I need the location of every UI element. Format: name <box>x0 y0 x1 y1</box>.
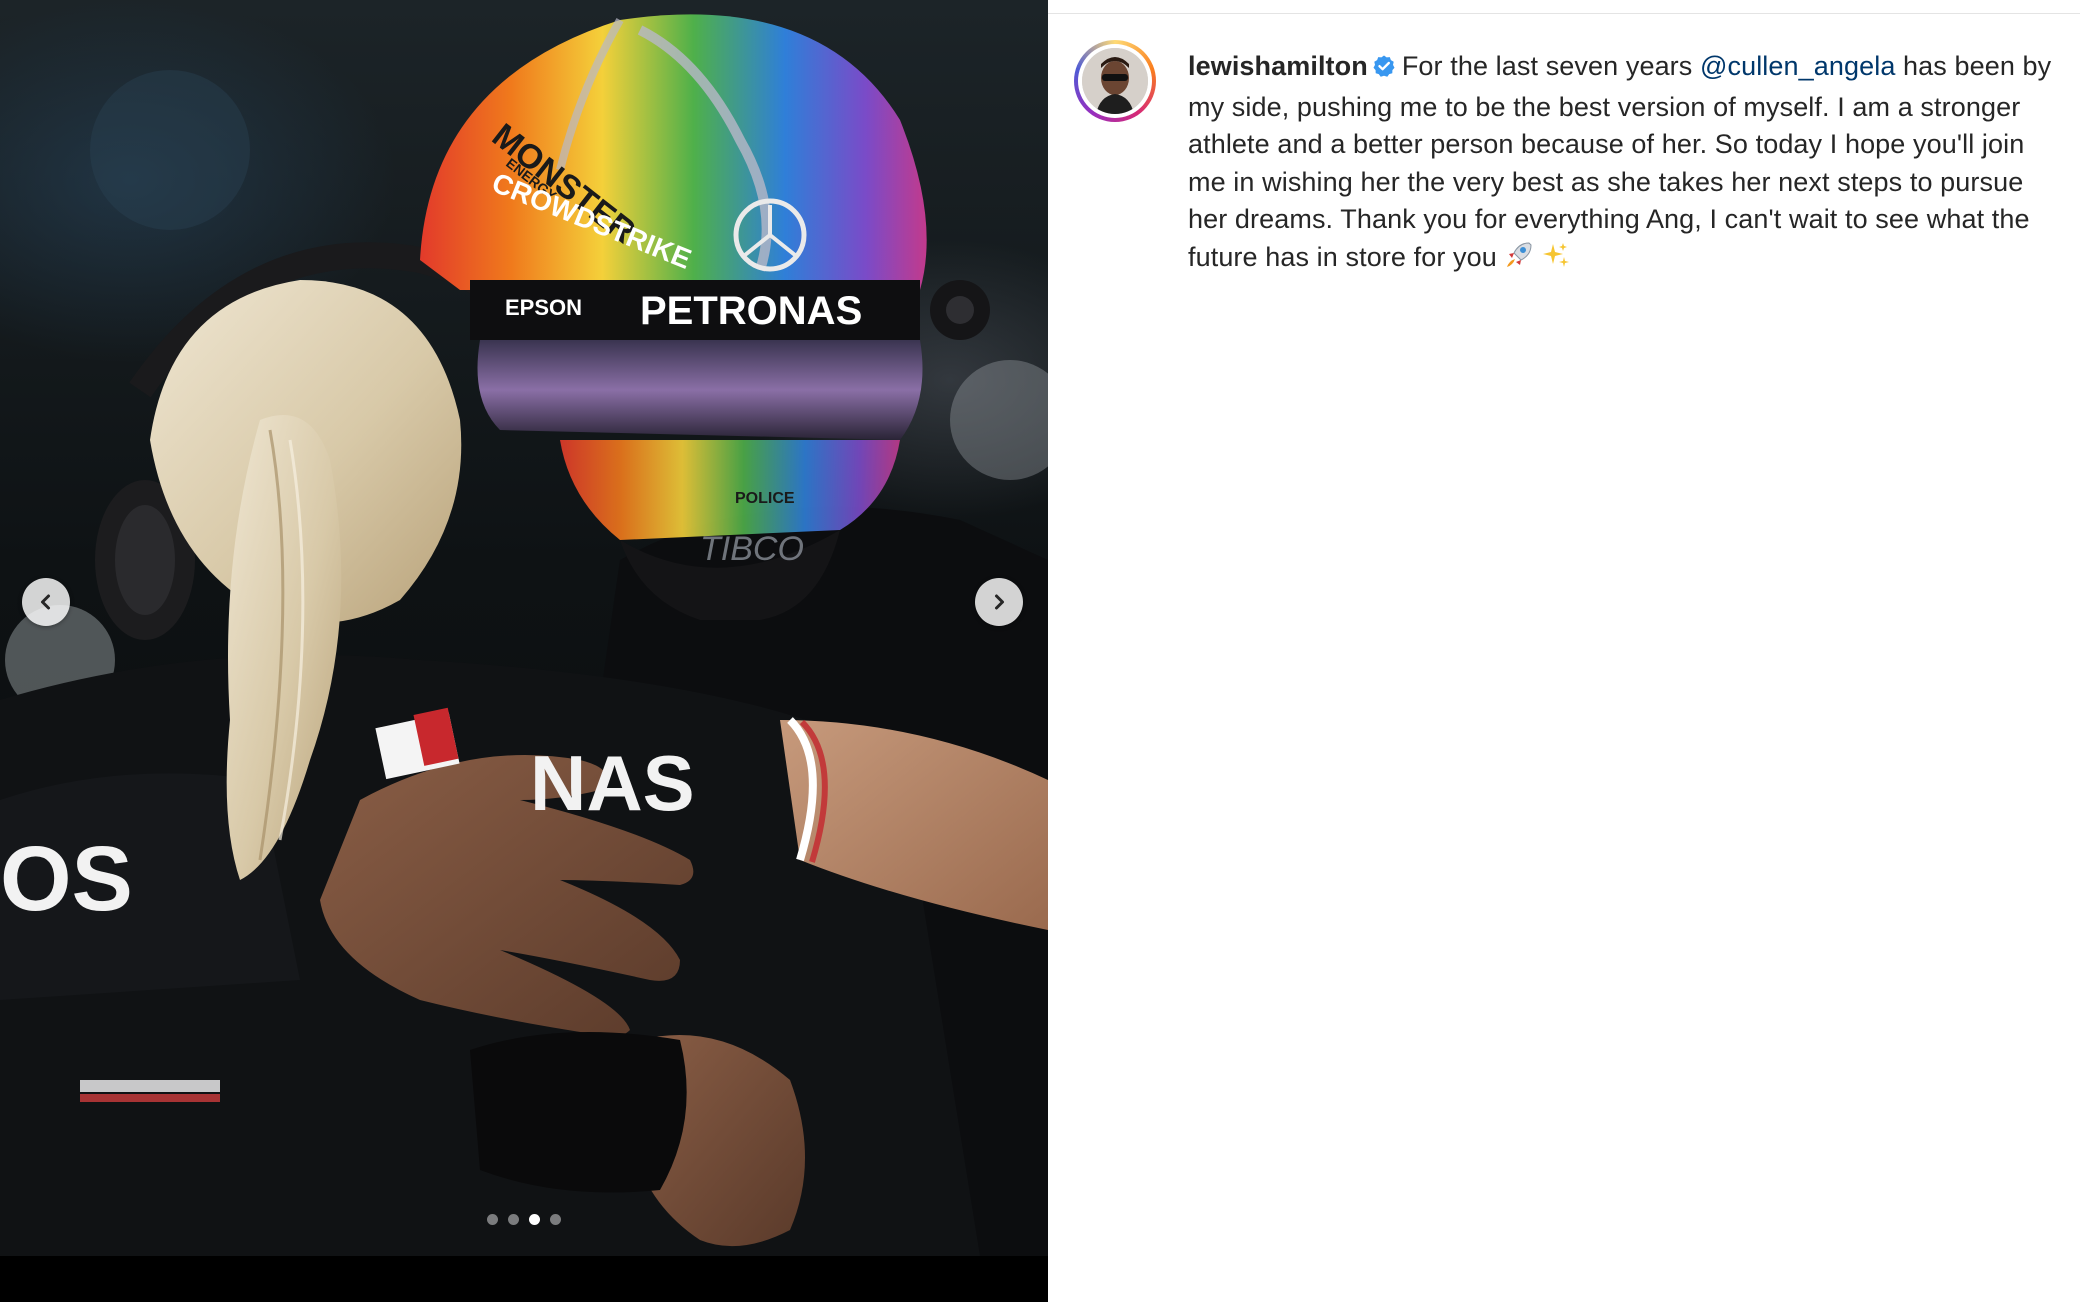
sleeve-text: OS <box>0 828 133 930</box>
divider <box>1048 13 2080 14</box>
previous-slide-button[interactable] <box>22 578 70 626</box>
sparkles-icon <box>1541 241 1571 282</box>
helmet-brand-5: POLICE <box>735 490 795 507</box>
carousel-dot-active <box>529 1214 540 1225</box>
caption-emoji-2: ✨ <box>1571 239 1572 240</box>
profile-avatar[interactable] <box>1074 40 1156 122</box>
post-caption: lewishamilton For the last seven years @c… <box>1188 48 2068 281</box>
carousel-dot <box>487 1214 498 1225</box>
mention-link[interactable]: @cullen_angela <box>1700 51 1895 81</box>
caption-text-end: has been by my side, pushing me to be th… <box>1188 51 2052 272</box>
chevron-left-icon <box>41 594 50 610</box>
instagram-post-view: NAS OS MONSTER ENERGY CROWDSTRIKE EPSON … <box>0 0 2080 1302</box>
avatar <box>1082 48 1148 114</box>
carousel-indicator <box>0 1214 1048 1225</box>
post-details: lewishamilton For the last seven years @c… <box>1048 0 2080 1302</box>
post-media: NAS OS MONSTER ENERGY CROWDSTRIKE EPSON … <box>0 0 1048 1302</box>
shirt-text: NAS <box>530 739 695 827</box>
verified-badge-icon <box>1372 51 1396 89</box>
avatar-border <box>1078 44 1152 118</box>
helmet-brand-6: TIBCO <box>700 530 804 568</box>
post-photo: NAS OS MONSTER ENERGY CROWDSTRIKE EPSON … <box>0 0 1048 1256</box>
avatar-image <box>1082 48 1148 114</box>
chevron-right-icon <box>995 594 1004 610</box>
caption-text-start: For the last seven years <box>1401 51 1693 81</box>
carousel-dot <box>508 1214 519 1225</box>
next-slide-button[interactable] <box>975 578 1023 626</box>
carousel-dot <box>550 1214 561 1225</box>
rocket-icon <box>1503 239 1535 282</box>
media-bottom-bar <box>0 1256 1048 1302</box>
helmet-brand-4: EPSON <box>505 295 582 320</box>
helmet-sponsor: PETRONAS <box>640 289 862 333</box>
photo-illustration: NAS OS MONSTER ENERGY CROWDSTRIKE EPSON … <box>0 14 1048 1256</box>
caption-emoji-1: 🚀 <box>1571 239 1572 240</box>
username-link[interactable]: lewishamilton <box>1188 51 1368 81</box>
